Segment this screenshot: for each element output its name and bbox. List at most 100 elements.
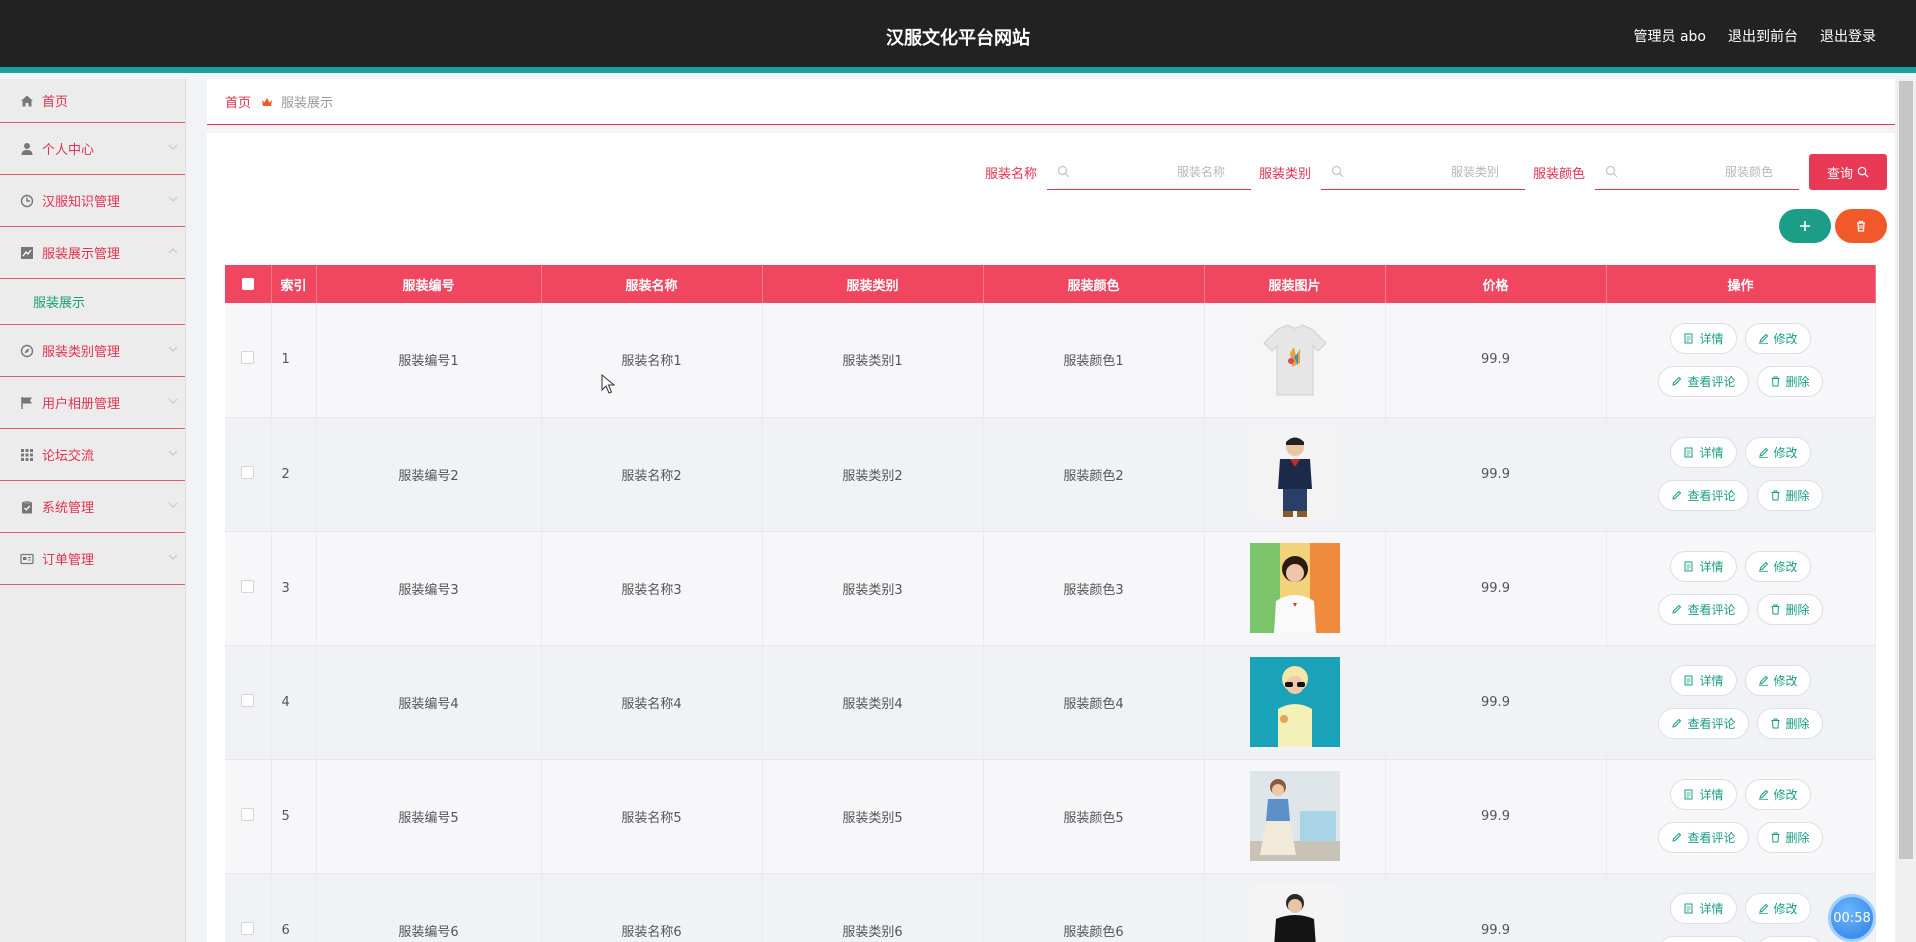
edit-button[interactable]: 修改 [1744,665,1811,696]
clothing-image [1249,543,1340,633]
edit-button-label: 修改 [1773,446,1798,460]
pencil-icon [1758,789,1768,800]
select-all-header [225,265,272,303]
row-checkbox[interactable] [241,921,255,935]
sidebar-item-personal-center[interactable]: 个人中心 [0,123,185,175]
chevron-up-icon [168,248,178,254]
row-checkbox[interactable] [241,465,255,479]
index-cell: 6 [271,873,317,942]
operations-cell: 详情 修改 查看评论 删除 [1606,531,1876,646]
color-cell: 服装颜色3 [983,531,1205,646]
edit-button[interactable]: 修改 [1744,779,1811,810]
type-cell: 服装类别5 [762,759,984,874]
pencil-icon [1672,604,1682,614]
row-checkbox[interactable] [241,579,255,593]
view-comments-button[interactable]: 查看评论 [1658,708,1749,739]
index-cell: 3 [271,531,317,646]
delete-button[interactable]: 删除 [1756,365,1823,397]
view-comments-button[interactable]: 查看评论 [1658,365,1749,397]
delete-button[interactable]: 删除 [1756,822,1823,853]
detail-button-label: 详情 [1699,902,1724,916]
name-cell: 服装名称1 [541,303,763,418]
sidebar-item-forum[interactable]: 论坛交流 [0,429,185,481]
trash-icon [1771,376,1779,387]
name-cell: 服装名称6 [541,873,763,942]
detail-button[interactable]: 详情 [1670,665,1737,696]
card-icon [20,552,34,566]
sidebar-item-label: 服装类别管理 [42,345,121,360]
color-search-input[interactable] [1595,154,1799,189]
logout-link[interactable]: 退出登录 [1820,26,1876,46]
batch-delete-button[interactable] [1835,209,1887,243]
add-button[interactable] [1779,209,1831,243]
sidebar-item-hanfu-knowledge[interactable]: 汉服知识管理 [0,175,185,227]
row-checkbox[interactable] [241,693,255,707]
sidebar-item-label: 订单管理 [42,553,95,568]
detail-button-label: 详情 [1699,446,1724,460]
type-search-input[interactable] [1320,154,1525,189]
detail-button[interactable]: 详情 [1670,437,1737,468]
detail-button-label: 详情 [1699,331,1724,346]
row-checkbox[interactable] [241,807,255,821]
type-search-field [1320,154,1525,190]
delete-button[interactable]: 删除 [1756,708,1823,739]
chevron-down-icon [168,554,178,560]
delete-button[interactable]: 删除 [1756,936,1823,942]
clipboard-icon [20,500,34,514]
document-icon [1684,447,1693,458]
document-icon [1684,333,1693,344]
view-comments-button-label: 查看评论 [1687,717,1736,731]
code-cell: 服装编号3 [316,531,542,646]
delete-button[interactable]: 删除 [1756,480,1823,511]
row-select-cell [225,645,272,760]
sidebar-item-orders[interactable]: 订单管理 [0,533,185,585]
detail-button[interactable]: 详情 [1670,779,1737,810]
pencil-icon [1672,376,1682,386]
view-comments-button[interactable]: 查看评论 [1658,936,1749,942]
sidebar-item-clothing-display[interactable]: 服装展示管理 [0,227,185,279]
row-checkbox[interactable] [241,351,255,365]
table-row: 2 服装编号2 服装名称2 服装类别2 服装颜色2 99.9 详情 修改 查看评… [225,417,1876,532]
name-search-input[interactable] [1046,154,1251,189]
edit-button[interactable]: 修改 [1744,437,1811,468]
sidebar-subitem-clothing-display[interactable]: 服装展示 [0,279,185,325]
index-cell: 4 [271,645,317,760]
select-all-checkbox[interactable] [241,278,254,290]
sidebar-item-home[interactable]: 首页 [0,79,185,123]
detail-button[interactable]: 详情 [1670,893,1737,924]
edit-button[interactable]: 修改 [1744,551,1811,582]
timer-badge[interactable]: 00:58 [1828,894,1876,942]
price-cell: 99.9 [1385,303,1607,418]
code-cell: 服装编号2 [316,417,542,532]
sidebar-item-system[interactable]: 系统管理 [0,481,185,533]
detail-button-label: 详情 [1699,788,1724,802]
delete-button[interactable]: 删除 [1756,594,1823,625]
view-comments-button[interactable]: 查看评论 [1658,822,1749,853]
scrollbar-thumb[interactable] [1899,81,1913,859]
chevron-down-icon [168,196,178,202]
clothing-image [1249,314,1340,405]
detail-button[interactable]: 详情 [1670,322,1737,354]
operations-cell: 详情 修改 查看评论 删除 [1606,303,1876,418]
crown-icon [262,97,273,106]
sidebar-item-label: 首页 [42,95,69,110]
vertical-scrollbar[interactable] [1896,79,1916,942]
sidebar-item-user-album[interactable]: 用户相册管理 [0,377,185,429]
detail-button[interactable]: 详情 [1670,551,1737,582]
sidebar-item-label: 汉服知识管理 [42,195,121,210]
edit-button[interactable]: 修改 [1744,322,1811,354]
edit-button[interactable]: 修改 [1744,893,1811,924]
breadcrumb-home[interactable]: 首页 [225,92,251,111]
column-header: 索引 [271,265,317,303]
back-to-front-link[interactable]: 退出到前台 [1728,26,1798,46]
divider [207,125,1895,133]
pencil-icon [1758,333,1768,344]
view-comments-button[interactable]: 查看评论 [1658,480,1749,511]
row-select-cell [225,759,272,874]
view-comments-button[interactable]: 查看评论 [1658,594,1749,625]
color-cell: 服装颜色6 [983,873,1205,942]
color-cell: 服装颜色5 [983,759,1205,874]
price-cell: 99.9 [1385,417,1607,532]
sidebar-item-clothing-category[interactable]: 服装类别管理 [0,325,185,377]
query-button[interactable]: 查询 [1809,154,1887,190]
